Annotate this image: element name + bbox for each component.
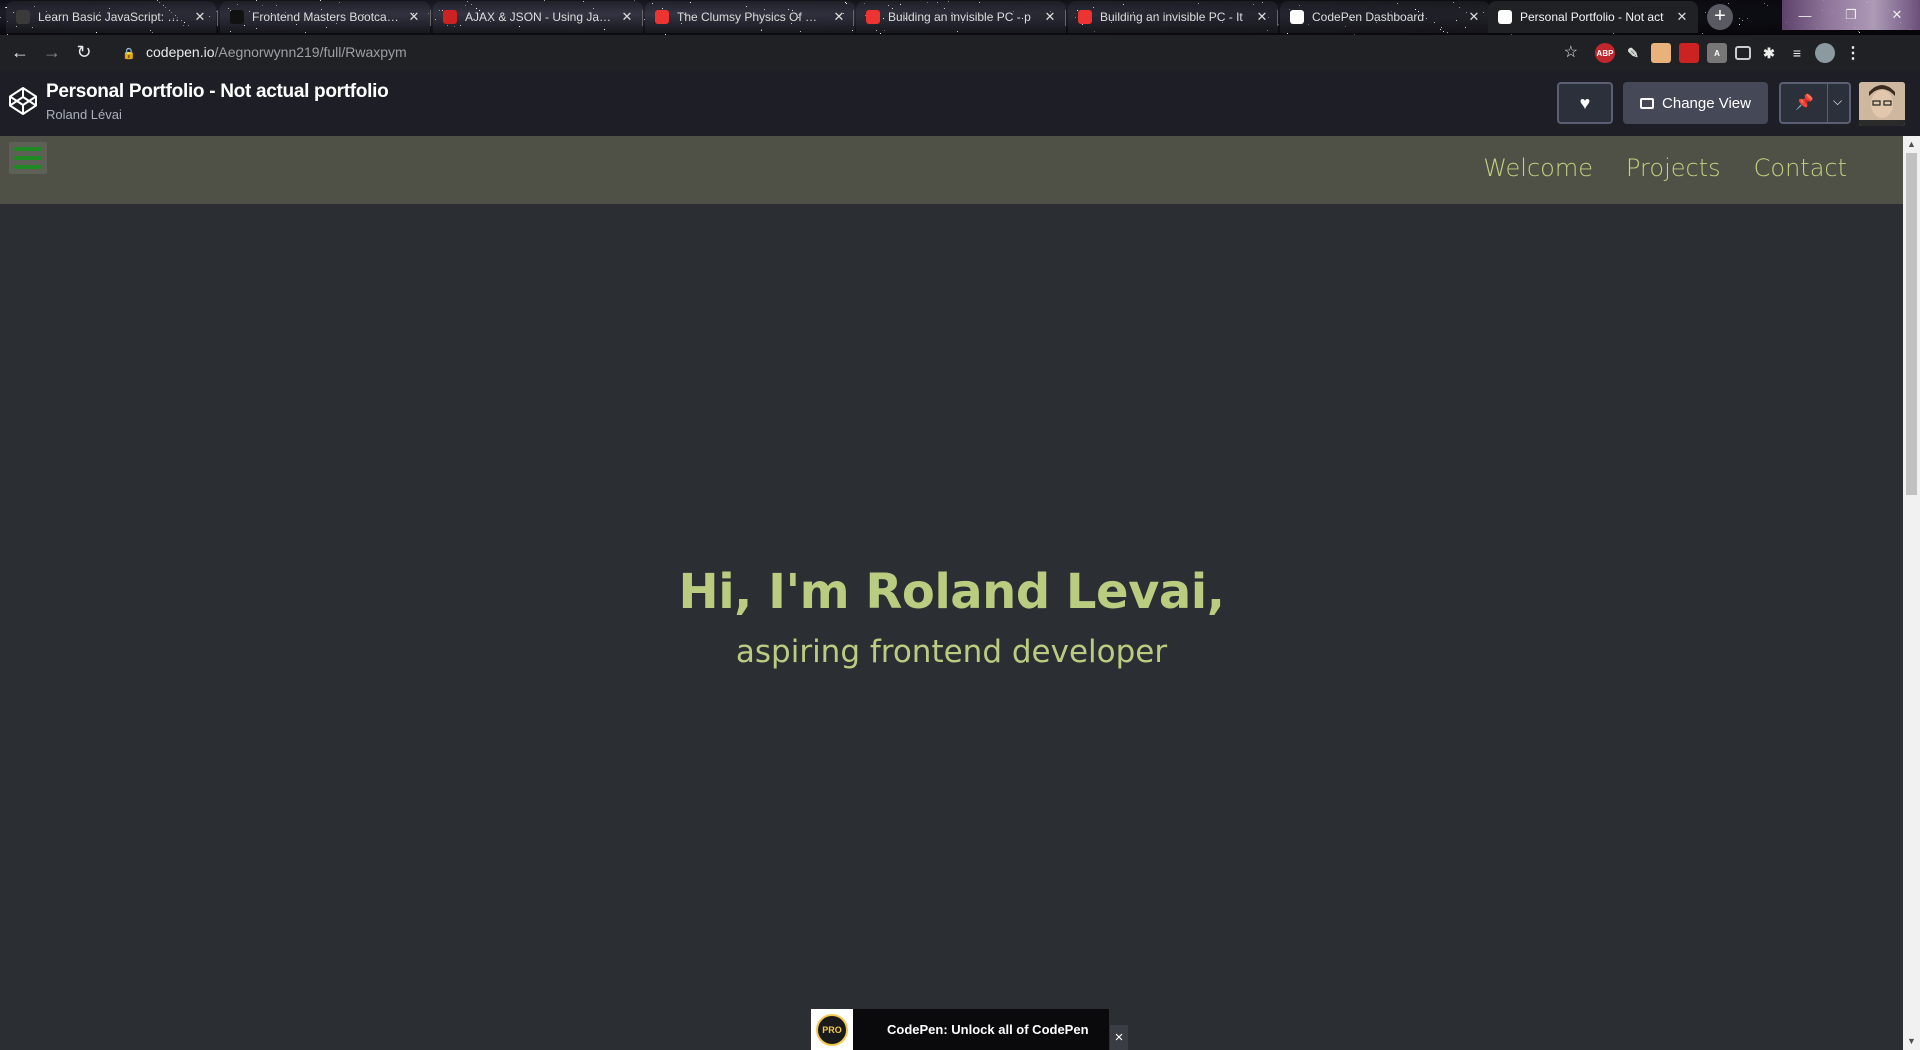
pen-preview: Welcome Projects Contact Hi, I'm Roland … — [0, 136, 1903, 1050]
close-window-icon[interactable]: ✕ — [1874, 0, 1920, 30]
tab-close-icon[interactable]: ✕ — [1468, 9, 1480, 25]
honey-extension-icon[interactable] — [1651, 43, 1671, 63]
browser-tab[interactable]: Frontend Masters Bootcamp ✕ — [220, 1, 430, 33]
tab-close-icon[interactable]: ✕ — [408, 9, 420, 25]
browser-tab-strip: Learn Basic JavaScript: Sele ✕ Frontend Ma… — [0, 0, 1920, 35]
pin-button[interactable]: 📌 ⌵ — [1779, 82, 1851, 124]
tab-close-icon[interactable]: ✕ — [1044, 9, 1056, 25]
reload-icon[interactable]: ↻ — [68, 37, 100, 69]
pro-badge-icon: PRO — [811, 1009, 853, 1050]
browser-tab[interactable]: Personal Portfolio - Not act ✕ — [1488, 1, 1698, 33]
tab-title: CodePen Dashboard — [1312, 10, 1425, 24]
tab-close-icon[interactable]: ✕ — [194, 9, 206, 25]
browser-menu-icon[interactable]: ⋮ — [1843, 43, 1863, 63]
screen-extension-icon[interactable] — [1735, 46, 1751, 60]
codepen-header: Personal Portfolio - Not actual portfoli… — [0, 70, 1920, 136]
back-icon[interactable]: ← — [4, 37, 36, 69]
nav-link-projects[interactable]: Projects — [1626, 154, 1721, 182]
change-view-button[interactable]: Change View — [1623, 82, 1768, 124]
codepen-icon — [1290, 10, 1304, 24]
tab-separator — [642, 10, 643, 26]
nav-link-welcome[interactable]: Welcome — [1483, 154, 1593, 182]
extensions-bar: ABP ✎ A ✱ ≡ ⋮ — [1595, 39, 1863, 67]
welcome-section: Hi, I'm Roland Levai, aspiring frontend … — [0, 564, 1903, 670]
youtube-icon — [655, 10, 669, 24]
pen-title: Personal Portfolio - Not actual portfoli… — [46, 81, 389, 102]
browser-tab[interactable]: The Clumsy Physics Of Eati ✕ — [645, 1, 855, 33]
close-icon[interactable]: × — [1110, 1025, 1128, 1050]
hamburger-menu-icon[interactable] — [9, 142, 47, 174]
tab-close-icon[interactable]: ✕ — [833, 9, 845, 25]
page-scrollbar[interactable]: ▲ ▼ — [1903, 136, 1920, 1050]
tab-title: AJAX & JSON - Using JavaS — [465, 10, 613, 24]
user-avatar[interactable] — [1859, 82, 1905, 126]
new-tab-button[interactable]: + — [1707, 4, 1733, 30]
browser-tab[interactable]: Building an invisible PC - p ✕ — [856, 1, 1066, 33]
puzzle-extensions-icon[interactable]: ✱ — [1759, 43, 1779, 63]
site-navbar: Welcome Projects Contact — [0, 136, 1903, 204]
tab-title: Learn Basic JavaScript: Sele — [38, 10, 186, 24]
adblock-extension-icon[interactable]: ABP — [1595, 43, 1615, 63]
tab-separator — [853, 10, 854, 26]
nav-links: Welcome Projects Contact — [1483, 154, 1847, 182]
tab-separator — [1065, 10, 1066, 26]
pen-author[interactable]: Roland Lévai — [46, 107, 122, 122]
like-button[interactable]: ♥ — [1557, 82, 1613, 124]
frontend-masters-icon — [230, 10, 244, 24]
tab-title: The Clumsy Physics Of Eati — [677, 10, 825, 24]
pin-icon: 📌 — [1795, 94, 1814, 111]
address-bar[interactable]: 🔒 codepen.io/Aegnorwynn219/full/Rwaxpym … — [108, 37, 1588, 67]
url-path: /Aegnorwynn219/full/Rwaxpym — [214, 44, 407, 60]
browser-tab[interactable]: Building an invisible PC - It ✕ — [1068, 1, 1278, 33]
tab-title: Building an invisible PC - It — [1100, 10, 1243, 24]
tab-title: Building an invisible PC - p — [888, 10, 1031, 24]
profile-avatar-icon[interactable] — [1815, 43, 1835, 63]
browser-toolbar: ← → ↻ 🔒 codepen.io/Aegnorwynn219/full/Rw… — [0, 35, 1920, 70]
avatar-portrait — [1859, 82, 1905, 126]
tab-close-icon[interactable]: ✕ — [1256, 9, 1268, 25]
codepen-icon — [1498, 10, 1512, 24]
tab-close-icon[interactable]: ✕ — [621, 9, 633, 25]
hero-title: Hi, I'm Roland Levai, — [678, 564, 1225, 620]
grammar-extension-icon[interactable]: A — [1707, 43, 1727, 63]
tab-separator — [430, 10, 431, 26]
window-controls: — ❐ ✕ — [1782, 0, 1920, 35]
lock-icon: 🔒 — [122, 48, 136, 60]
codepen-pro-banner[interactable]: PRO CodePen: Unlock all of CodePen — [811, 1009, 1109, 1050]
tab-title: Personal Portfolio - Not act — [1520, 10, 1664, 24]
ajax-icon — [443, 10, 457, 24]
chevron-down-icon[interactable]: ⌵ — [1833, 94, 1842, 109]
tab-close-icon[interactable]: ✕ — [1676, 9, 1688, 25]
url-host: codepen.io — [146, 44, 215, 60]
tab-separator — [217, 10, 218, 26]
reading-list-icon[interactable]: ≡ — [1787, 43, 1807, 63]
pro-banner-text: CodePen: Unlock all of CodePen — [887, 1022, 1089, 1037]
change-view-label: Change View — [1662, 94, 1751, 112]
heart-icon: ♥ — [1579, 92, 1591, 113]
scroll-thumb[interactable] — [1906, 153, 1917, 495]
scroll-up-icon[interactable]: ▲ — [1903, 136, 1920, 153]
restore-icon[interactable]: ❐ — [1828, 0, 1874, 30]
codepen-logo-icon[interactable] — [8, 86, 38, 116]
red-extension-icon[interactable] — [1679, 43, 1699, 63]
layout-icon — [1640, 97, 1655, 109]
pen-extension-icon[interactable]: ✎ — [1623, 43, 1643, 63]
bookmark-star-icon[interactable]: ☆ — [1564, 42, 1578, 62]
tab-title: Frontend Masters Bootcamp — [252, 10, 400, 24]
tab-separator — [1277, 10, 1278, 26]
youtube-icon — [1078, 10, 1092, 24]
browser-tab[interactable]: AJAX & JSON - Using JavaS ✕ — [433, 1, 643, 33]
browser-tab[interactable]: CodePen Dashboard ✕ — [1280, 1, 1490, 33]
freecodecamp-icon — [16, 10, 30, 24]
scroll-down-icon[interactable]: ▼ — [1903, 1033, 1920, 1050]
minimize-icon[interactable]: — — [1782, 0, 1828, 30]
youtube-icon — [866, 10, 880, 24]
nav-link-contact[interactable]: Contact — [1754, 154, 1847, 182]
forward-icon[interactable]: → — [36, 37, 68, 69]
hero-subtitle: aspiring frontend developer — [735, 634, 1168, 670]
browser-tab[interactable]: Learn Basic JavaScript: Sele ✕ — [6, 1, 216, 33]
